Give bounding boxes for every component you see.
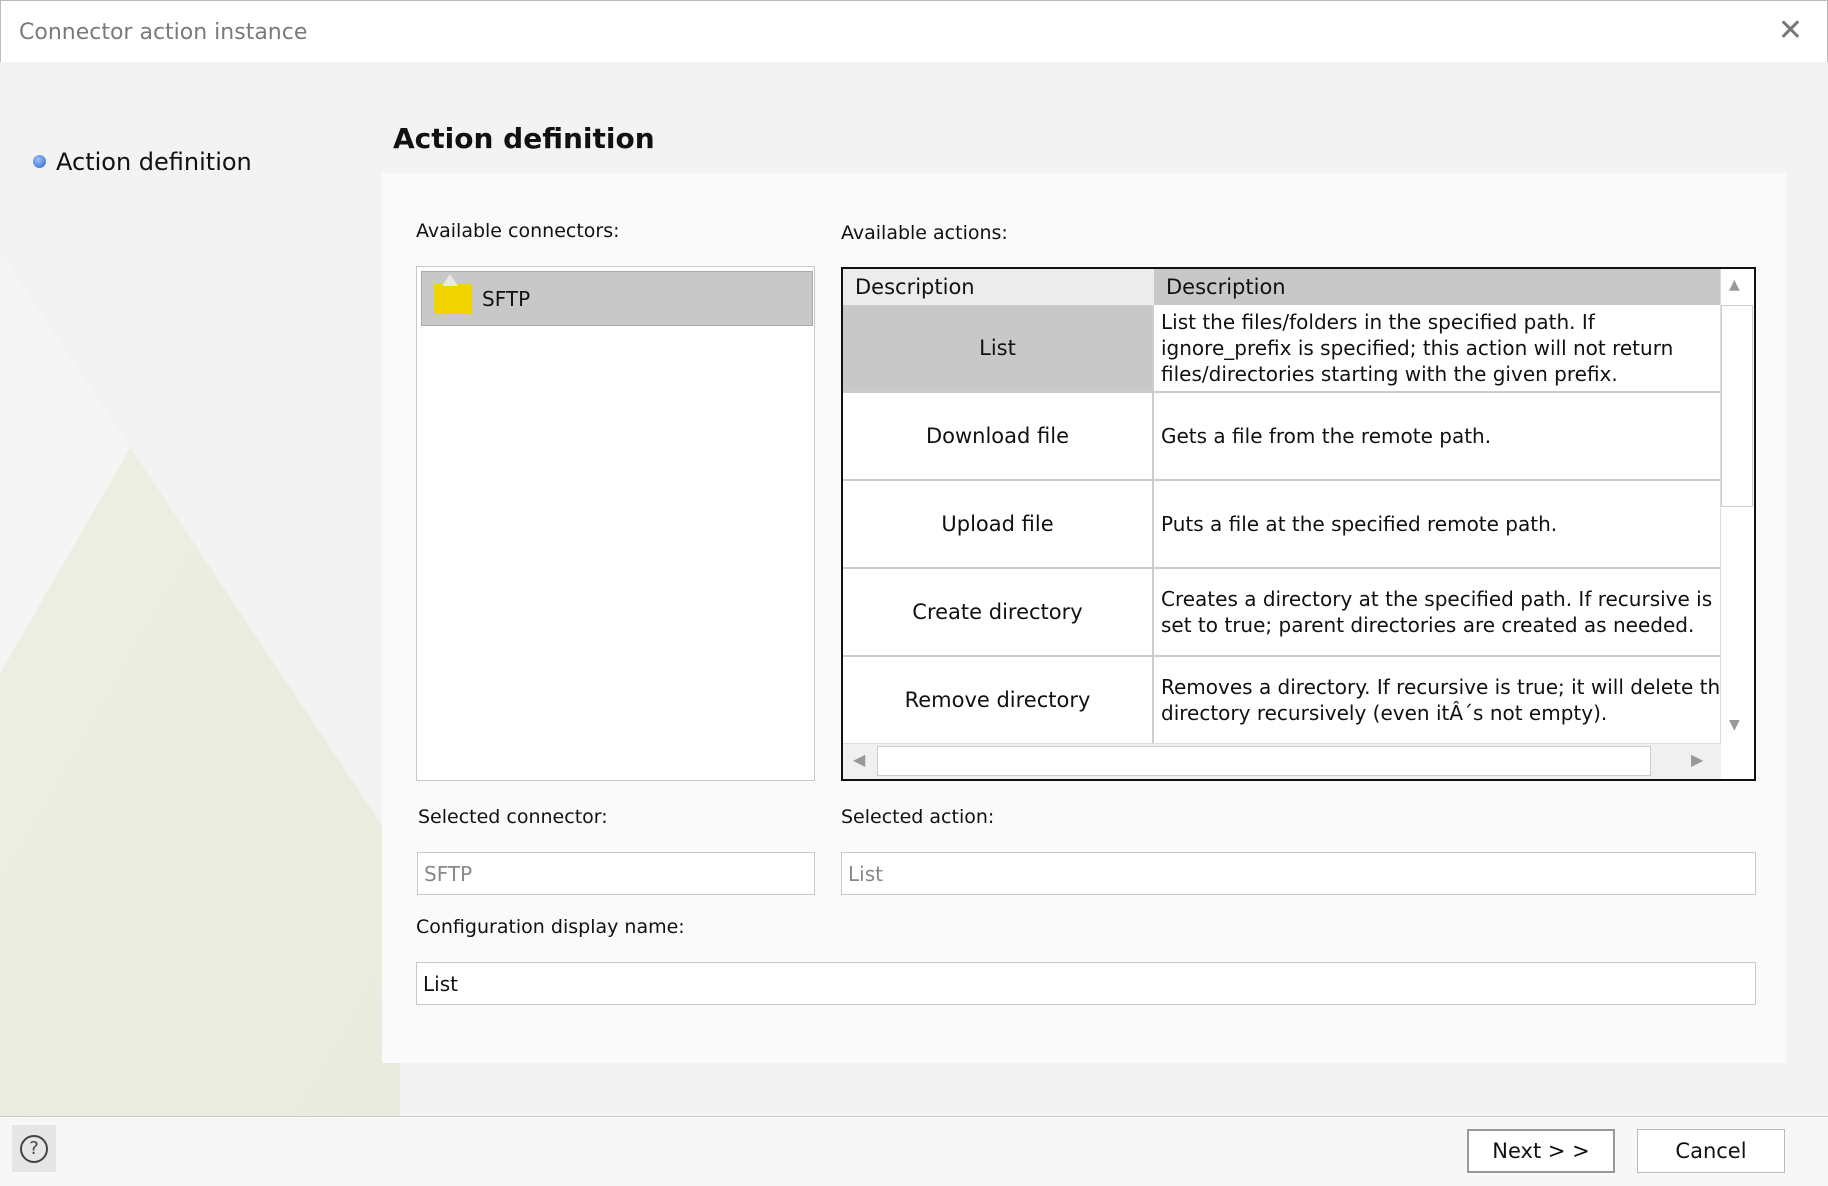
window-title: Connector action instance: [19, 20, 308, 45]
vertical-scroll-thumb[interactable]: [1721, 305, 1753, 507]
action-name: Download file: [843, 393, 1154, 479]
scroll-right-icon[interactable]: ▶: [1691, 750, 1703, 769]
table-row[interactable]: List List the files/folders in the specif…: [843, 305, 1721, 393]
action-description: Puts a file at the specified remote path…: [1161, 512, 1558, 536]
table-row[interactable]: Upload file Puts a file at the specified …: [843, 481, 1721, 569]
selected-action-label: Selected action:: [841, 806, 995, 828]
table-row[interactable]: Download file Gets a file from the remote…: [843, 393, 1721, 481]
background-decoration: [0, 251, 400, 1116]
action-description: Gets a file from the remote path.: [1161, 424, 1492, 448]
selected-action-field[interactable]: List: [841, 852, 1756, 895]
horizontal-scroll-thumb[interactable]: [877, 746, 1651, 776]
close-icon[interactable]: ✕: [1778, 13, 1803, 48]
folder-icon: [434, 273, 472, 314]
actions-table[interactable]: Description Description List List the fil…: [841, 267, 1756, 781]
nav-bullet-icon: [33, 155, 46, 168]
title-bar: Connector action instance ✕: [0, 0, 1828, 62]
next-button[interactable]: Next > >: [1467, 1129, 1615, 1173]
nav-item-action-definition[interactable]: Action definition: [56, 148, 252, 176]
action-description: Removes a directory. If recursive is tru…: [1161, 675, 1721, 725]
scroll-down-icon[interactable]: ▼: [1729, 717, 1740, 733]
column-header-description[interactable]: Description: [1154, 269, 1721, 305]
connector-item-sftp[interactable]: SFTP: [421, 271, 813, 326]
available-connectors-label: Available connectors:: [416, 220, 620, 242]
column-header-name[interactable]: Description: [843, 269, 1154, 305]
selected-connector-field[interactable]: SFTP: [417, 852, 815, 895]
action-name: Remove directory: [843, 657, 1154, 743]
scroll-left-icon[interactable]: ◀: [853, 750, 865, 769]
connectors-list[interactable]: SFTP: [416, 266, 815, 781]
connector-label: SFTP: [482, 286, 531, 311]
action-name: Upload file: [843, 481, 1154, 567]
vertical-scrollbar[interactable]: ▲ ▼: [1720, 269, 1754, 745]
config-name-input[interactable]: List: [416, 962, 1756, 1005]
cancel-button[interactable]: Cancel: [1637, 1129, 1785, 1173]
page-title: Action definition: [393, 122, 655, 155]
table-row[interactable]: Create directory Creates a directory at t…: [843, 569, 1721, 657]
table-row[interactable]: Remove directory Removes a directory. If …: [843, 657, 1721, 745]
action-description: List the files/folders in the specified …: [1161, 310, 1674, 386]
action-description: Creates a directory at the specified pat…: [1161, 587, 1713, 637]
config-name-label: Configuration display name:: [416, 916, 685, 938]
action-name: Create directory: [843, 569, 1154, 655]
help-icon: ?: [20, 1134, 48, 1163]
action-name: List: [843, 305, 1154, 391]
selected-connector-label: Selected connector:: [418, 806, 608, 828]
horizontal-scrollbar[interactable]: ◀ ▶: [843, 743, 1721, 779]
help-button[interactable]: ?: [12, 1125, 56, 1172]
available-actions-label: Available actions:: [841, 222, 1008, 244]
scroll-up-icon[interactable]: ▲: [1729, 277, 1740, 293]
